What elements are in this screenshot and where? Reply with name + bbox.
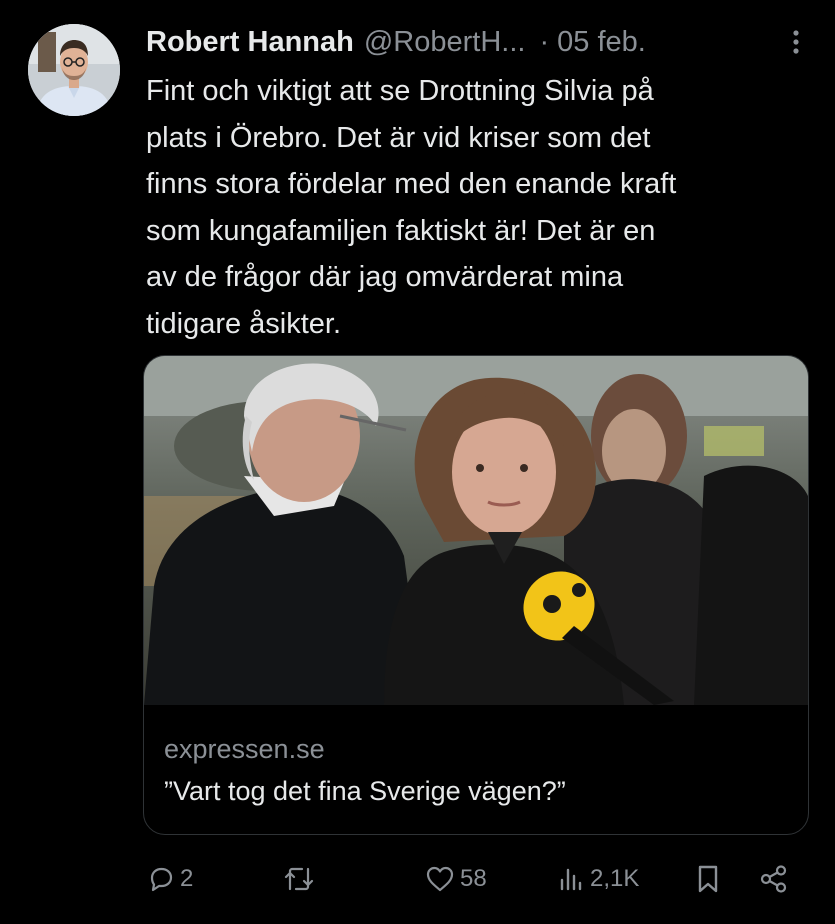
bookmark-icon xyxy=(694,863,722,895)
profile-photo xyxy=(28,24,120,116)
reply-icon xyxy=(146,864,176,894)
author-handle[interactable]: @RobertH... xyxy=(364,24,526,60)
views-chart-icon xyxy=(556,864,586,894)
tweet-text: Fint och viktigt att se Drottning Silvia… xyxy=(146,75,677,340)
reply-count: 2 xyxy=(180,865,194,892)
link-card[interactable]: expressen.se ”Vart tog det fina Sverige … xyxy=(143,355,809,835)
tweet: Robert Hannah @RobertH... · 05 feb. Fint… xyxy=(0,0,835,924)
share-icon xyxy=(758,863,790,895)
views-count: 2,1K xyxy=(590,865,640,892)
tweet-header: Robert Hannah @RobertH... · 05 feb. xyxy=(146,22,806,62)
share-button[interactable] xyxy=(758,856,790,902)
more-vertical-icon[interactable] xyxy=(786,26,806,58)
like-button[interactable]: 58 xyxy=(424,856,487,902)
avatar[interactable] xyxy=(28,24,120,116)
like-count: 58 xyxy=(460,865,487,892)
author-name[interactable]: Robert Hannah xyxy=(146,24,354,60)
action-bar: 2 58 2,1K xyxy=(0,856,835,902)
tweet-date[interactable]: · 05 feb. xyxy=(539,24,645,60)
views-button[interactable]: 2,1K xyxy=(556,856,639,902)
news-photo xyxy=(144,356,808,705)
reply-button[interactable]: 2 xyxy=(146,856,193,902)
heart-icon xyxy=(424,864,456,894)
retweet-icon xyxy=(282,864,316,894)
card-domain: expressen.se xyxy=(164,734,325,764)
card-title: ”Vart tog det fina Sverige vägen?” xyxy=(164,776,566,806)
retweet-button[interactable] xyxy=(282,856,320,902)
bookmark-button[interactable] xyxy=(694,856,722,902)
